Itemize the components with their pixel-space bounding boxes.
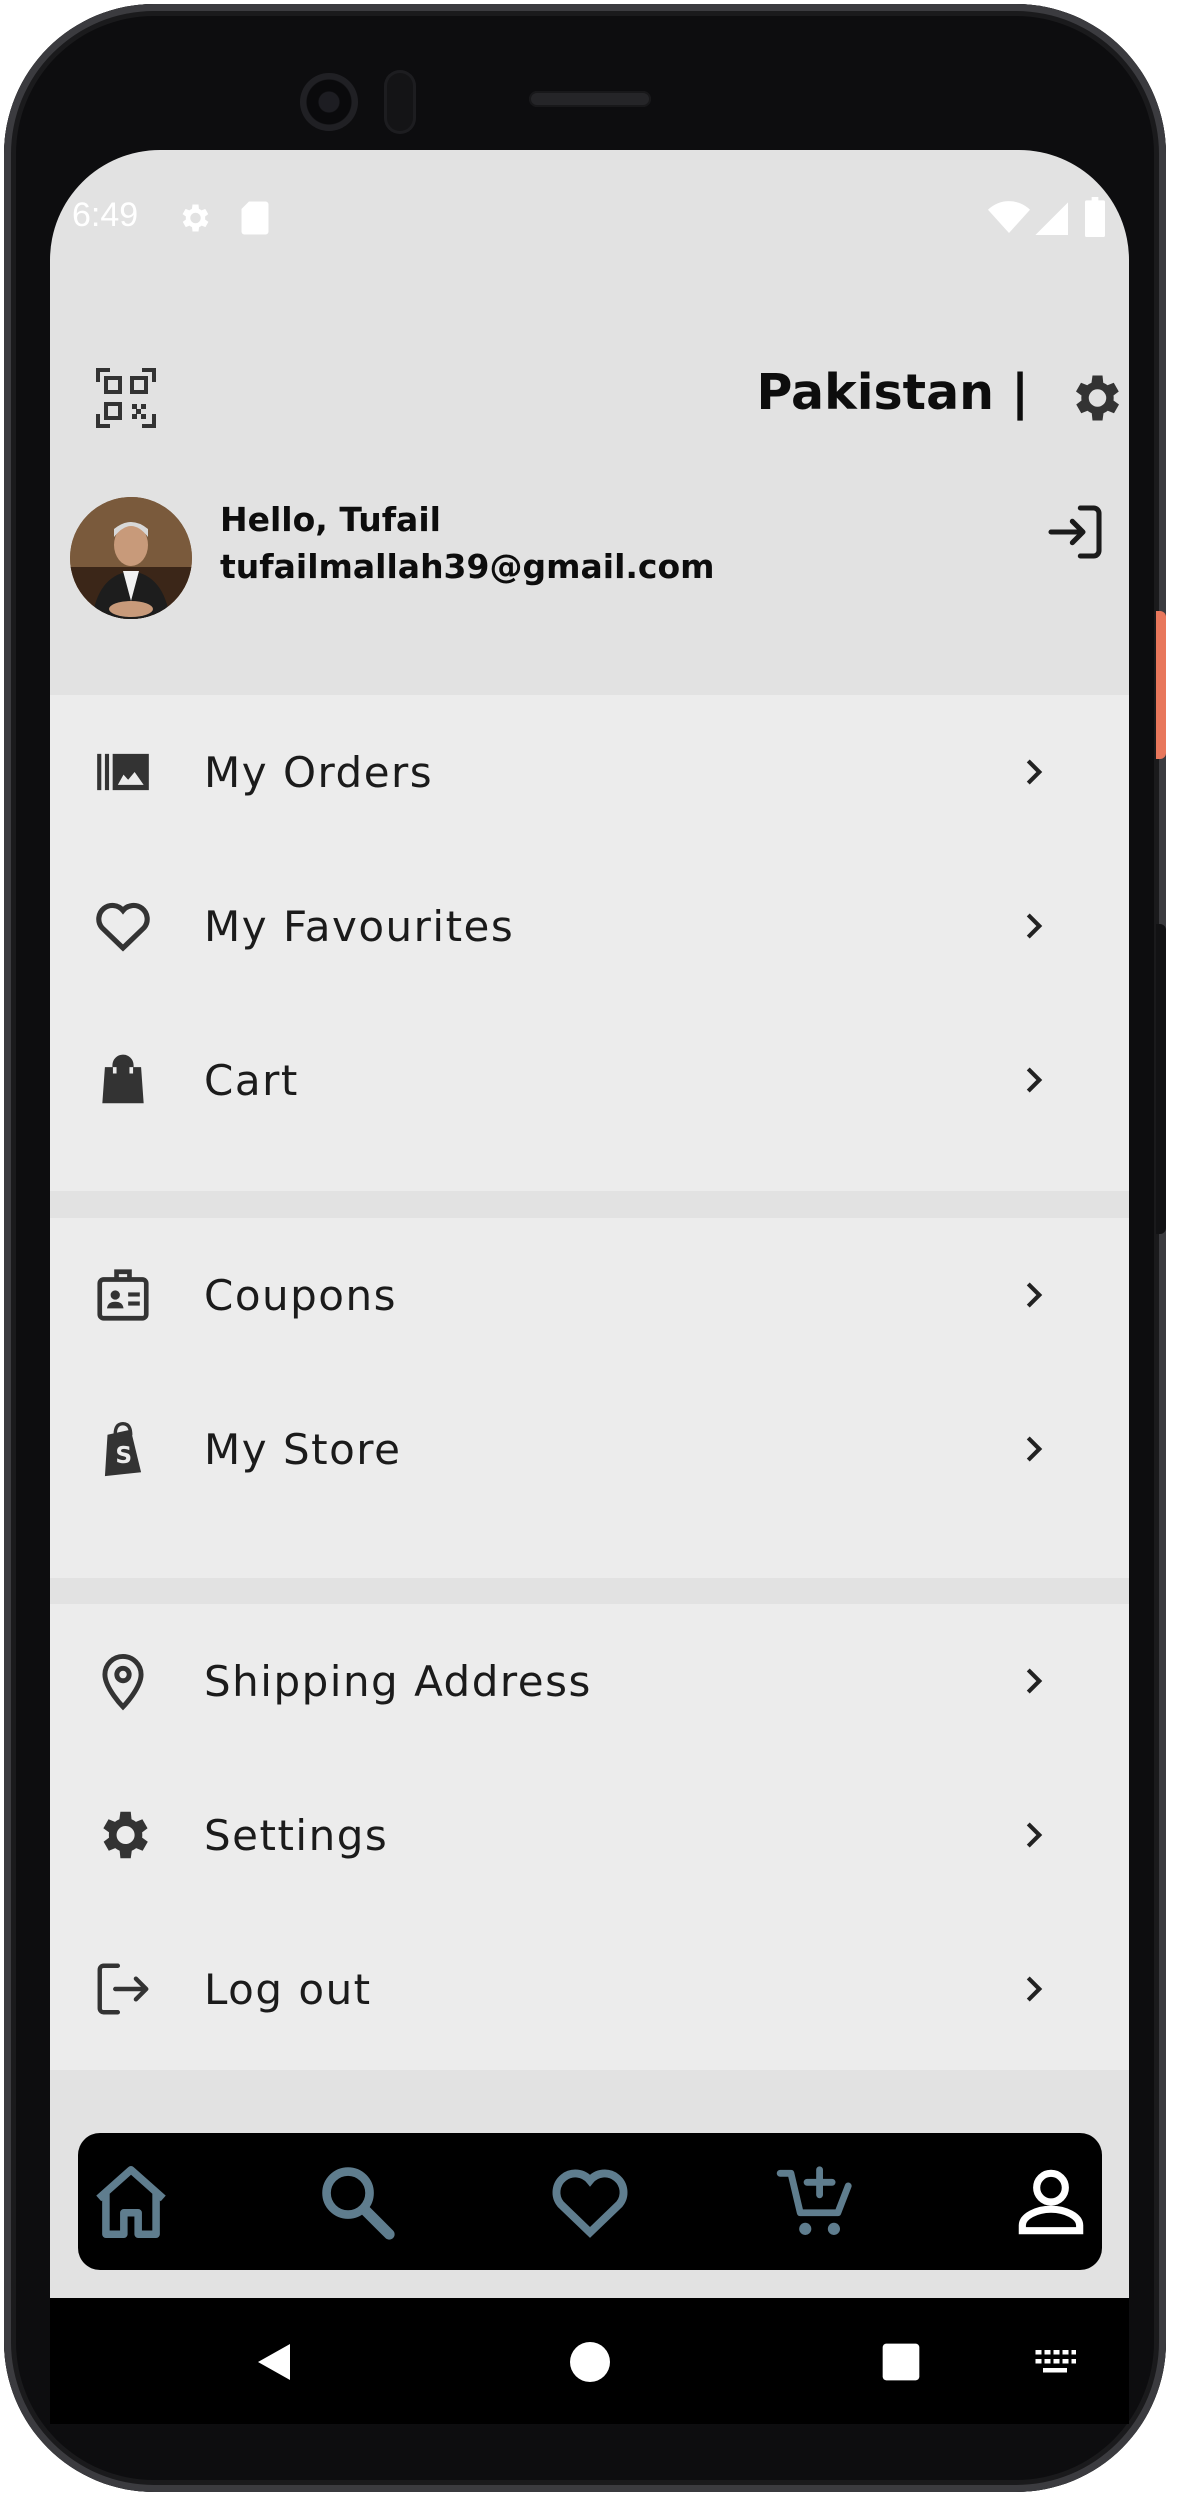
menu-item-label: Settings [204,1810,389,1860]
menu-item-label: My Orders [204,747,434,797]
recents-icon[interactable] [879,2340,923,2384]
menu-group-store: Coupons S My Store [50,1218,1129,1578]
chevron-right-icon [1026,1668,1043,1694]
bottom-nav [78,2133,1102,2270]
logout-icon [97,1963,149,2015]
chevron-right-icon [1026,1436,1043,1462]
gear-icon [182,204,209,232]
power-button [1156,611,1166,759]
system-nav-bar [50,2298,1129,2424]
sd-card-icon [241,201,269,235]
profile-icon[interactable] [1008,2159,1094,2245]
menu-group-account: My Orders My Favourites Cart [50,695,1129,1191]
id-badge-icon [97,1269,149,1321]
country-selector[interactable]: Pakistan | [756,364,1029,421]
menu-group-settings: Shipping Address Settings Log out [50,1604,1129,2070]
menu-item-log-out[interactable]: Log out [50,1912,1129,2066]
menu-item-my-favourites[interactable]: My Favourites [50,849,1129,1003]
menu-item-settings[interactable]: Settings [50,1758,1129,1912]
gear-icon[interactable] [1065,368,1125,428]
menu-item-label: Coupons [204,1270,397,1320]
chevron-right-icon [1026,1976,1043,2002]
proximity-sensor [384,70,416,134]
signal-icon [1035,202,1068,235]
photo-library-icon [97,753,149,791]
menu-item-label: My Store [204,1424,402,1474]
svg-text:S: S [115,1442,132,1469]
phone-frame: 6:49 Pakistan | Hello, Tufail tufailmall… [4,4,1166,2492]
chevron-right-icon [1026,1282,1043,1308]
menu-item-my-store[interactable]: S My Store [50,1372,1129,1526]
home-icon[interactable] [88,2159,174,2245]
greeting-text: Hello, Tufail [220,500,441,539]
user-email: tufailmallah39@gmail.com [220,547,715,586]
avatar[interactable] [70,497,192,619]
chevron-right-icon [1026,913,1043,939]
chevron-right-icon [1026,759,1043,785]
status-time: 6:49 [72,196,139,234]
keyboard-icon[interactable] [1032,2344,1078,2380]
chevron-right-icon [1026,1822,1043,1848]
add-to-cart-icon[interactable] [773,2159,859,2245]
menu-item-label: Log out [204,1964,372,2014]
gear-icon [103,1811,148,1859]
chevron-right-icon [1026,1067,1043,1093]
login-icon[interactable] [1043,500,1107,564]
app-screen: 6:49 Pakistan | Hello, Tufail tufailmall… [50,150,1129,2298]
front-camera [300,73,358,131]
menu-item-label: My Favourites [204,901,515,951]
menu-item-label: Shipping Address [204,1656,592,1706]
back-icon[interactable] [250,2338,298,2386]
heart-outline-icon [96,902,150,952]
avatar-photo [70,497,192,619]
menu-item-label: Cart [204,1055,299,1105]
heart-icon[interactable] [547,2159,633,2245]
menu-item-my-orders[interactable]: My Orders [50,695,1129,849]
volume-button [1156,924,1166,1234]
menu-item-coupons[interactable]: Coupons [50,1218,1129,1372]
shopify-icon: S [104,1422,142,1477]
earpiece-speaker [529,91,651,107]
menu-item-shipping-address[interactable]: Shipping Address [50,1604,1129,1758]
menu-item-cart[interactable]: Cart [50,1003,1129,1157]
home-button-icon[interactable] [566,2338,614,2386]
qr-scan-icon[interactable] [96,368,156,428]
search-icon[interactable] [314,2159,400,2245]
location-pin-icon [102,1654,144,1711]
shopping-bag-icon [102,1054,144,1104]
battery-icon [1085,197,1105,237]
wifi-icon [988,201,1030,233]
